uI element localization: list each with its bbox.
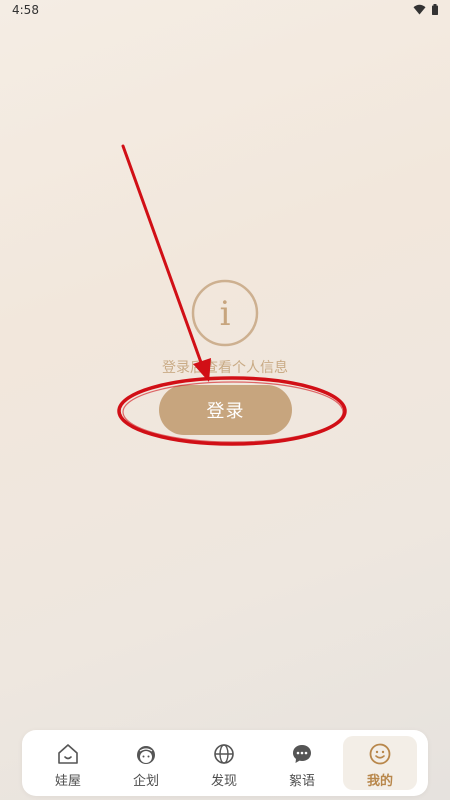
info-circle-icon: i <box>191 279 259 347</box>
login-hint-text: 登录后查看个人信息 <box>162 360 288 376</box>
info-glyph: i <box>220 294 231 334</box>
login-button[interactable]: 登录 <box>159 385 292 435</box>
tab-label: 娃屋 <box>54 774 81 789</box>
doll-face-icon <box>137 746 155 764</box>
bottom-tab-bar: 娃屋 企划 发现 絮语 我的 <box>22 730 428 796</box>
status-bar: 4:58 <box>0 0 450 22</box>
wifi-icon <box>413 4 426 15</box>
tab-label: 我的 <box>366 774 393 789</box>
tab-label: 絮语 <box>288 774 315 789</box>
tab-mine[interactable]: 我的 <box>343 736 417 790</box>
chat-bubble-icon <box>293 745 311 763</box>
globe-icon <box>214 744 234 764</box>
tab-planning[interactable]: 企划 <box>109 736 183 790</box>
smiley-icon <box>369 743 391 765</box>
status-time: 4:58 <box>12 3 39 17</box>
battery-icon <box>432 4 438 15</box>
house-icon <box>58 744 78 764</box>
tab-label: 企划 <box>132 774 159 789</box>
tab-discover[interactable]: 发现 <box>187 736 261 790</box>
tab-label: 发现 <box>210 774 237 789</box>
tab-home[interactable]: 娃屋 <box>31 736 105 790</box>
tab-messages[interactable]: 絮语 <box>265 736 339 790</box>
